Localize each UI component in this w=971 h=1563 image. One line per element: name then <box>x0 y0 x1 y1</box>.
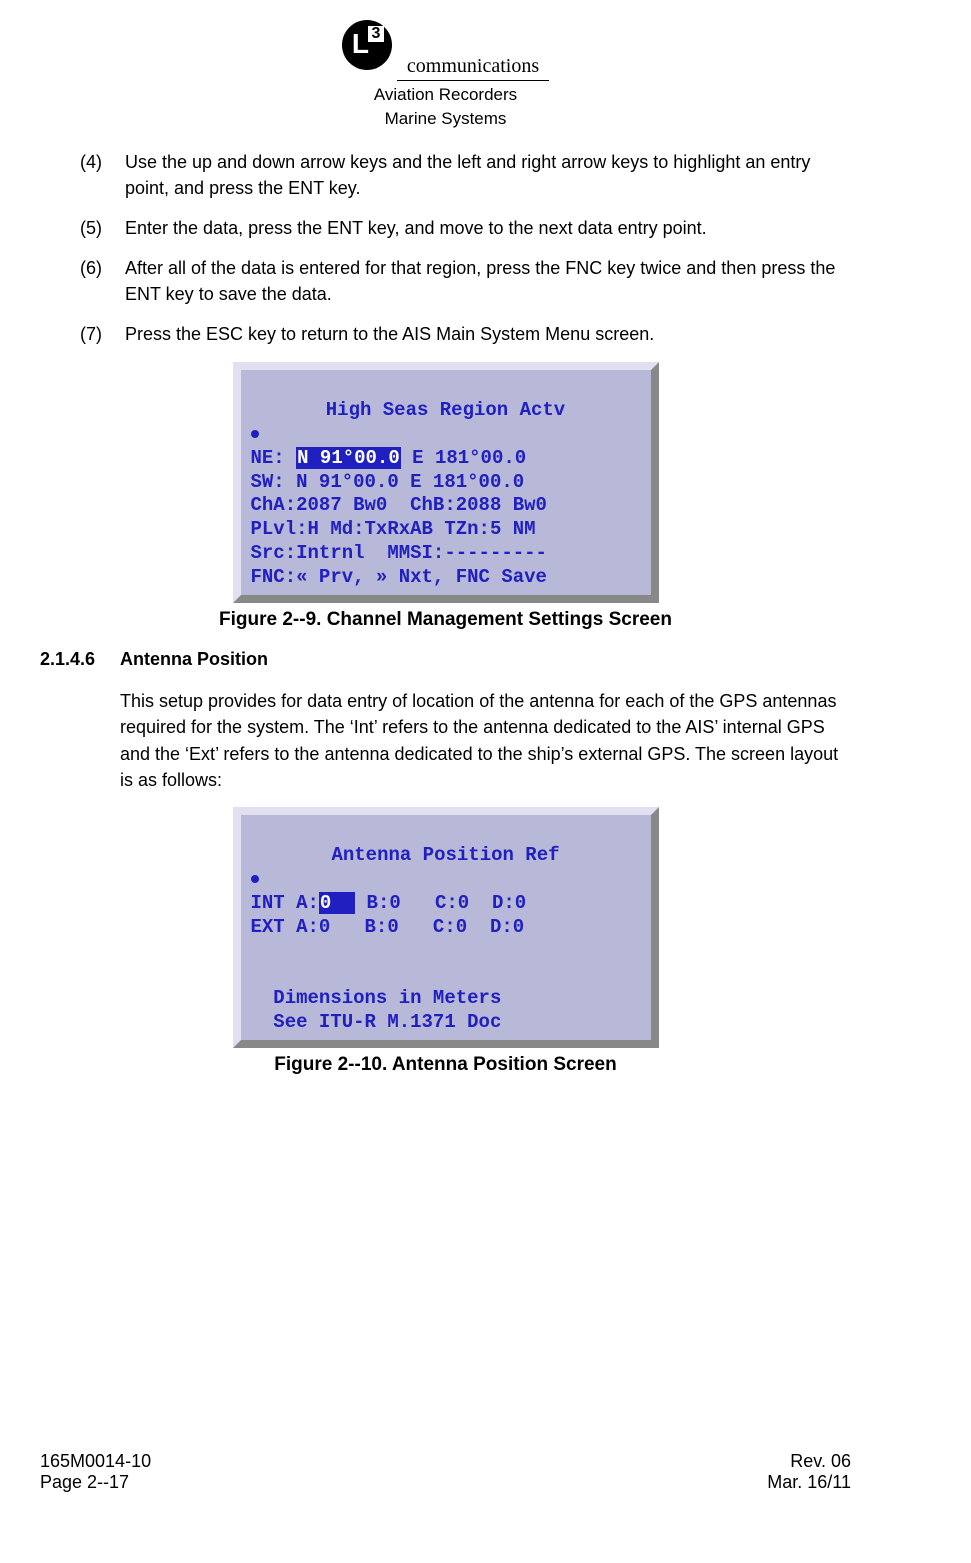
step-7: (7) Press the ESC key to return to the A… <box>80 321 851 347</box>
int-line-pre: INT A: <box>251 892 319 914</box>
aviation-recorders-text: Aviation Recorders <box>40 85 851 105</box>
antenna-position-paragraph: This setup provides for data entry of lo… <box>120 688 851 792</box>
step-number: (7) <box>80 321 125 347</box>
screen-title: High Seas Region Actv <box>251 399 641 423</box>
ne-line-pre: NE: <box>251 447 297 469</box>
step-number: (6) <box>80 255 125 307</box>
figure-2-10-caption: Figure 2--10. Antenna Position Screen <box>40 1054 851 1076</box>
logo-number: 3 <box>368 26 384 42</box>
footer-left: 165M0014-10 Page 2--17 <box>40 1451 151 1493</box>
doc-number: 165M0014-10 <box>40 1451 151 1472</box>
blank-line <box>251 963 262 985</box>
sw-line: SW: N 91°00.0 E 181°00.0 <box>251 471 525 493</box>
step-text: After all of the data is entered for tha… <box>125 255 851 307</box>
marine-systems-text: Marine Systems <box>40 109 851 129</box>
step-text: Use the up and down arrow keys and the l… <box>125 149 851 201</box>
blank-line <box>251 939 262 961</box>
ext-line: EXT A:0 B:0 C:0 D:0 <box>251 916 525 938</box>
section-title: Antenna Position <box>120 649 268 670</box>
src-line: Src:Intrnl MMSI:--------- <box>251 542 547 564</box>
cursor-dot-icon <box>251 430 259 438</box>
footer-right: Rev. 06 Mar. 16/11 <box>767 1451 851 1493</box>
logo-letter: L <box>352 28 369 60</box>
page-header: L 3 communications Aviation Recorders Ma… <box>40 20 851 129</box>
step-6: (6) After all of the data is entered for… <box>80 255 851 307</box>
step-5: (5) Enter the data, press the ENT key, a… <box>80 215 851 241</box>
step-text: Enter the data, press the ENT key, and m… <box>125 215 851 241</box>
plvl-line: PLvl:H Md:TxRxAB TZn:5 NM <box>251 518 536 540</box>
section-heading: 2.1.4.6 Antenna Position <box>40 649 851 670</box>
fnc-line: FNC:« Prv, » Nxt, FNC Save <box>251 566 547 588</box>
date: Mar. 16/11 <box>767 1472 851 1493</box>
antenna-position-screen: Antenna Position Ref INT A:0 B:0 C:0 D:0… <box>233 807 659 1049</box>
cursor-dot-icon <box>251 875 259 883</box>
step-number: (4) <box>80 149 125 201</box>
ne-highlight: N 91°00.0 <box>296 447 401 469</box>
step-text: Press the ESC key to return to the AIS M… <box>125 321 851 347</box>
figure-2-9-caption: Figure 2--9. Channel Management Settings… <box>40 609 851 631</box>
step-4: (4) Use the up and down arrow keys and t… <box>80 149 851 201</box>
step-number: (5) <box>80 215 125 241</box>
see-doc-line: See ITU-R M.1371 Doc <box>251 1011 502 1033</box>
screen-title: Antenna Position Ref <box>251 844 641 868</box>
section-number: 2.1.4.6 <box>40 649 120 670</box>
page-number: Page 2--17 <box>40 1472 151 1493</box>
int-line-post: B:0 C:0 D:0 <box>355 892 526 914</box>
communications-text: communications <box>397 55 549 81</box>
int-highlight: 0 <box>319 892 355 914</box>
page-footer: 165M0014-10 Page 2--17 Rev. 06 Mar. 16/1… <box>40 1451 851 1493</box>
ne-line-post: E 181°00.0 <box>401 447 526 469</box>
channel-mgmt-screen: High Seas Region Actv NE: N 91°00.0 E 18… <box>233 362 659 604</box>
dimensions-line: Dimensions in Meters <box>251 987 502 1009</box>
revision: Rev. 06 <box>767 1451 851 1472</box>
ch-line: ChA:2087 Bw0 ChB:2088 Bw0 <box>251 494 547 516</box>
l3-logo: L 3 <box>342 20 392 70</box>
